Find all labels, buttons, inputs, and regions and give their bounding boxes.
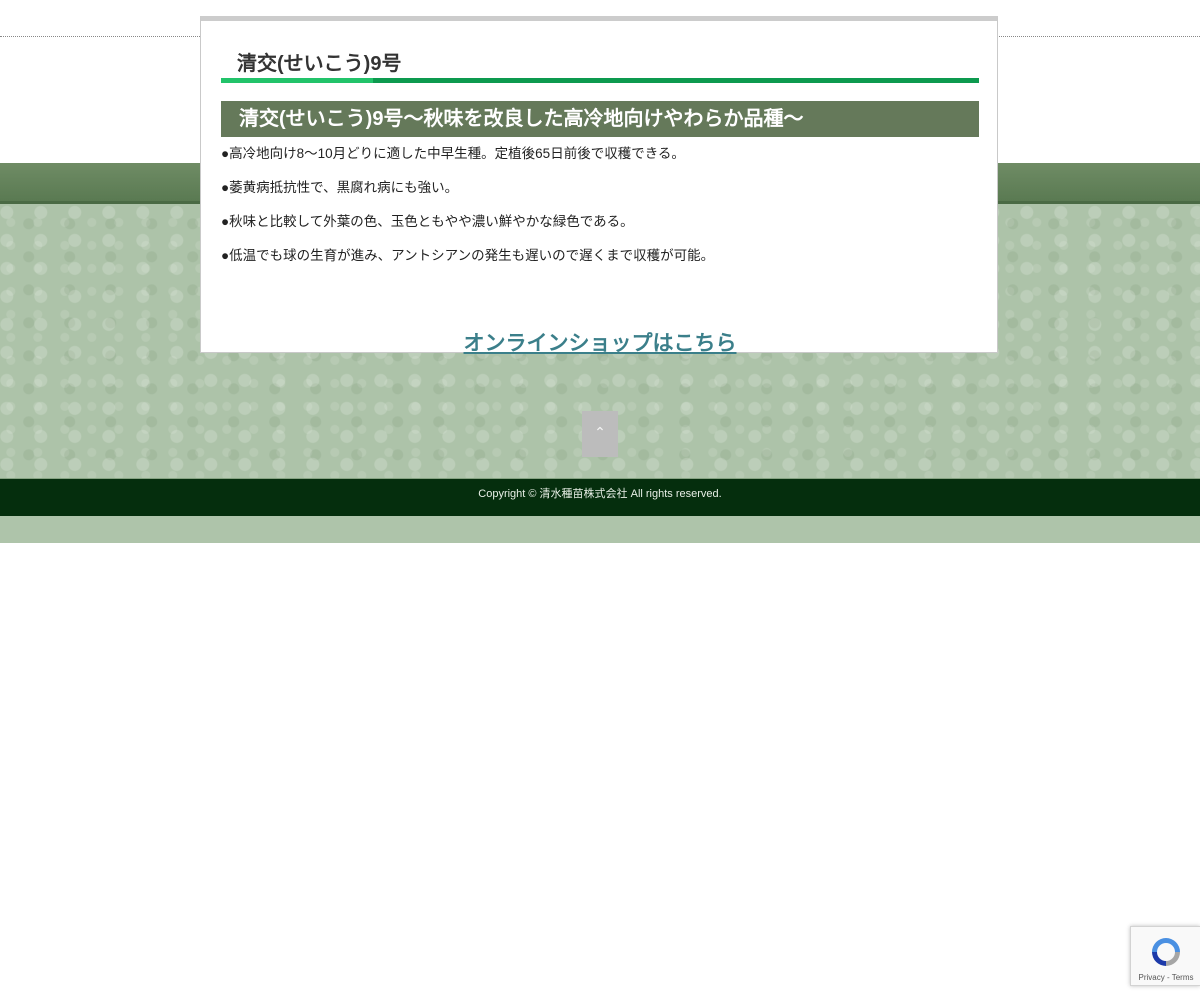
recaptcha-icon <box>1152 938 1180 966</box>
feature-item: ●高冷地向け8〜10月どりに適した中早生種。定植後65日前後で収穫できる。 <box>221 146 685 161</box>
recaptcha-badge[interactable]: Privacy - Terms <box>1130 926 1200 986</box>
feature-item: ●低温でも球の生育が進み、アントシアンの発生も遅いので遅くまで収穫が可能。 <box>221 248 715 263</box>
section-heading: 清交(せいこう)9号〜秋味を改良した高冷地向けやわらか品種〜 <box>221 101 979 137</box>
page: 清交(せいこう)9号 清交(せいこう)9号〜秋味を改良した高冷地向けやわらか品種… <box>0 0 1200 1000</box>
page-title: 清交(せいこう)9号 <box>237 53 402 75</box>
title-underline-accent <box>221 78 373 83</box>
recaptcha-links[interactable]: Privacy - Terms <box>1131 973 1200 982</box>
online-shop-link[interactable]: オンラインショップはこちら <box>201 327 999 357</box>
back-to-top-button[interactable]: ⌃ <box>582 411 618 457</box>
footer-bottom-band <box>0 516 1200 543</box>
chevron-up-icon: ⌃ <box>594 425 606 441</box>
feature-item: ●萎黄病抵抗性で、黒腐れ病にも強い。 <box>221 180 459 195</box>
feature-item: ●秋味と比較して外葉の色、玉色ともやや濃い鮮やかな緑色である。 <box>221 214 634 229</box>
feature-list: ●高冷地向け8〜10月どりに適した中早生種。定植後65日前後で収穫できる。 ●萎… <box>221 145 979 281</box>
title-underline <box>221 78 979 83</box>
copyright-text: Copyright © 清水種苗株式会社 All rights reserved… <box>478 488 722 500</box>
content-panel: 清交(せいこう)9号 清交(せいこう)9号〜秋味を改良した高冷地向けやわらか品種… <box>200 16 998 355</box>
